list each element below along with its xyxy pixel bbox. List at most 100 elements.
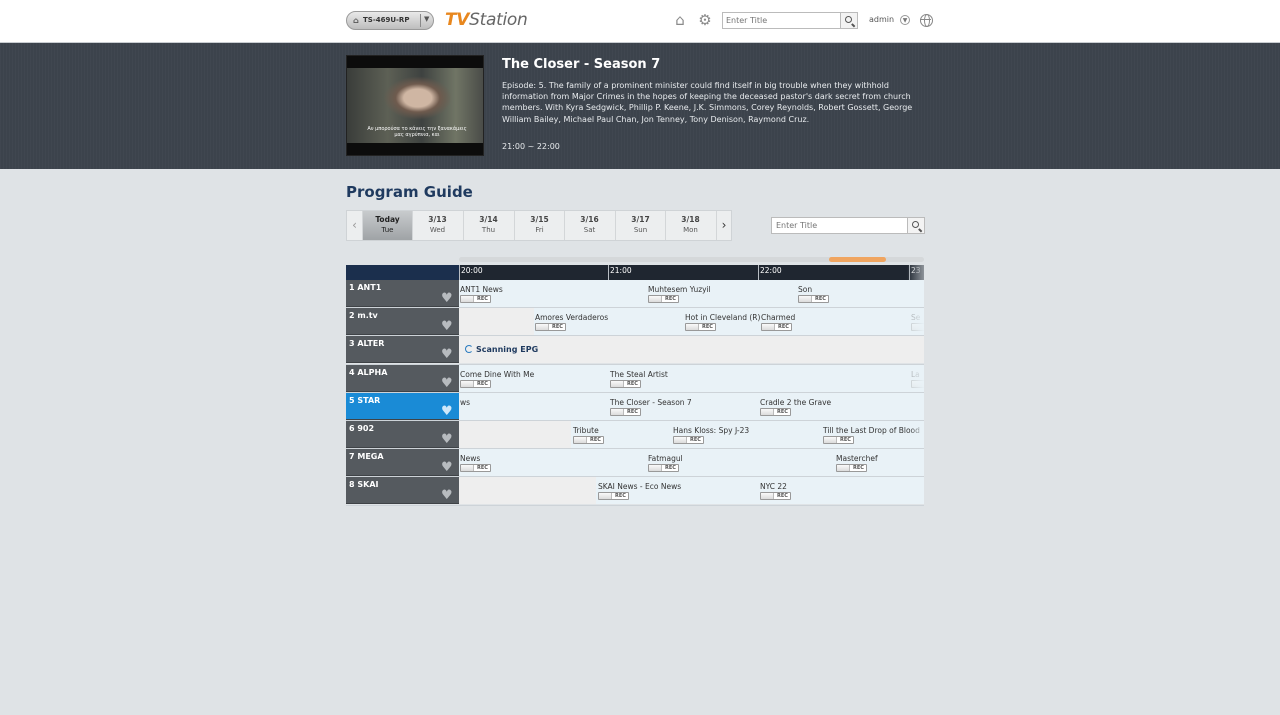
heart-icon[interactable]: ♥	[441, 461, 455, 474]
day-weekday: Tue	[381, 226, 394, 234]
globe-icon[interactable]	[920, 14, 933, 27]
rec-switch	[799, 296, 812, 302]
channel-cell[interactable]: 2 m.tv ♥	[346, 308, 459, 336]
scanning-status: Scanning EPG	[465, 345, 538, 354]
rec-toggle[interactable]: REC	[836, 464, 867, 473]
rec-toggle[interactable]: REC	[798, 295, 829, 303]
channel-cell[interactable]: 1 ANT1 ♥	[346, 280, 459, 307]
channel-name: 2 m.tv	[349, 311, 378, 321]
day-tab-today[interactable]: Today Tue	[362, 211, 412, 240]
logo-station: Station	[469, 10, 528, 30]
header-search-button[interactable]	[840, 13, 857, 28]
day-selector: ‹ Today Tue 3/13 Wed 3/14 Thu 3/15 Fri 3…	[346, 210, 732, 241]
day-tab[interactable]: 3/18 Mon	[665, 211, 715, 240]
rec-toggle[interactable]: REC	[610, 379, 641, 388]
channel-row: 2 m.tv ♥ Amores Verdaderos REC Hot in Cl…	[346, 308, 924, 337]
channel-cell[interactable]: 7 MEGA ♥	[346, 449, 459, 477]
scrollbar-thumb[interactable]	[829, 257, 886, 262]
device-select[interactable]: ⌂ TS-469U-RP ▼	[346, 11, 434, 30]
header-search-input[interactable]	[726, 14, 838, 27]
rec-switch	[761, 493, 774, 500]
rec-toggle[interactable]: REC	[648, 464, 679, 473]
rec-toggle[interactable]: REC	[673, 435, 704, 444]
rec-toggle[interactable]: REC	[573, 435, 604, 444]
rec-toggle[interactable]: REC	[610, 407, 641, 416]
rec-label: REC	[552, 324, 563, 331]
chevron-down-icon[interactable]: ▼	[900, 15, 910, 25]
rec-toggle[interactable]: REC	[760, 407, 791, 416]
day-tab[interactable]: 3/17 Sun	[615, 211, 665, 240]
heart-icon[interactable]: ♥	[441, 292, 455, 305]
day-date: 3/18	[681, 215, 700, 224]
rec-label: REC	[627, 380, 638, 387]
channel-row: 5 STAR ♥ ws The Closer - Season 7 REC Cr…	[346, 392, 924, 421]
rec-toggle[interactable]: REC	[460, 379, 491, 388]
rec-toggle[interactable]: REC	[535, 323, 566, 332]
prev-day-button[interactable]: ‹	[347, 211, 362, 240]
day-tab[interactable]: 3/16 Sat	[564, 211, 614, 240]
header-search	[722, 12, 858, 29]
rec-toggle[interactable]: REC	[460, 295, 491, 303]
rec-toggle[interactable]: REC	[823, 435, 854, 444]
channel-cell[interactable]: 6 902 ♥	[346, 420, 459, 448]
timeline-scrollbar[interactable]	[459, 257, 924, 262]
program-title: Tribute	[573, 425, 599, 435]
rec-label: REC	[590, 436, 601, 443]
next-day-button[interactable]: ›	[716, 211, 731, 240]
heart-icon[interactable]: ♥	[441, 320, 455, 333]
rec-switch	[649, 296, 662, 302]
fade	[910, 392, 924, 420]
day-tab[interactable]: 3/13 Wed	[412, 211, 462, 240]
gear-icon[interactable]: ⚙	[697, 12, 713, 28]
rec-switch	[461, 296, 474, 302]
guide-search-input[interactable]	[776, 219, 906, 232]
time-tick: 22:00	[758, 265, 782, 280]
rec-toggle[interactable]: REC	[460, 464, 491, 473]
guide-search-button[interactable]	[907, 218, 924, 233]
rec-switch	[686, 324, 699, 331]
rec-switch	[536, 324, 549, 331]
channel-name: 4 ALPHA	[349, 367, 388, 377]
day-date: 3/16	[580, 215, 599, 224]
rec-label: REC	[477, 465, 488, 472]
channel-row: 7 MEGA ♥ News REC Fatmagul REC Masterche…	[346, 449, 924, 478]
show-description: Episode: 5. The family of a prominent mi…	[502, 81, 913, 124]
show-time: 21:00 ~ 22:00	[502, 142, 560, 151]
rec-toggle[interactable]: REC	[648, 295, 679, 303]
empty-slot	[459, 477, 596, 505]
heart-icon[interactable]: ♥	[441, 433, 455, 446]
program-strip: Scanning EPG	[459, 336, 924, 364]
day-weekday: Wed	[429, 226, 446, 234]
channel-name: 8 SKAI	[349, 480, 379, 490]
rec-toggle[interactable]: REC	[685, 323, 716, 332]
heart-icon[interactable]: ♥	[441, 489, 455, 502]
day-date: 3/17	[631, 215, 650, 224]
home-icon[interactable]: ⌂	[672, 12, 688, 28]
day-tab[interactable]: 3/14 Thu	[463, 211, 513, 240]
program-title: NYC 22	[760, 482, 787, 492]
rec-switch	[824, 436, 837, 443]
day-date: 3/14	[479, 215, 498, 224]
day-tab[interactable]: 3/15 Fri	[514, 211, 564, 240]
user-menu[interactable]: admin	[869, 15, 894, 24]
rec-switch	[649, 465, 662, 472]
rec-toggle[interactable]: REC	[760, 492, 791, 501]
channel-cell[interactable]: 8 SKAI ♥	[346, 477, 459, 505]
rec-label: REC	[840, 436, 851, 443]
program-strip: ANT1 News REC Muhtesem Yuzyil REC Son RE…	[459, 280, 924, 307]
heart-icon[interactable]: ♥	[441, 348, 455, 361]
chevron-down-icon[interactable]: ▼	[424, 15, 429, 23]
channel-cell-selected[interactable]: 5 STAR ♥	[346, 392, 459, 420]
heart-icon[interactable]: ♥	[441, 377, 455, 390]
rec-toggle[interactable]: REC	[761, 323, 792, 332]
channel-cell[interactable]: 3 ALTER ♥	[346, 336, 459, 364]
channel-row: 3 ALTER ♥ Scanning EPG	[346, 336, 924, 365]
video-preview[interactable]: Αν μπορούσα το κάνεις την ξανακάμεις μας…	[346, 55, 484, 156]
program-title: Fatmagul	[648, 454, 683, 464]
channel-cell[interactable]: 4 ALPHA ♥	[346, 364, 459, 392]
heart-icon[interactable]: ♥	[441, 405, 455, 418]
rec-toggle[interactable]: REC	[598, 492, 629, 501]
timeline-corner	[346, 265, 459, 280]
guide-search	[771, 217, 925, 234]
program-title: Cradle 2 the Grave	[760, 397, 832, 407]
